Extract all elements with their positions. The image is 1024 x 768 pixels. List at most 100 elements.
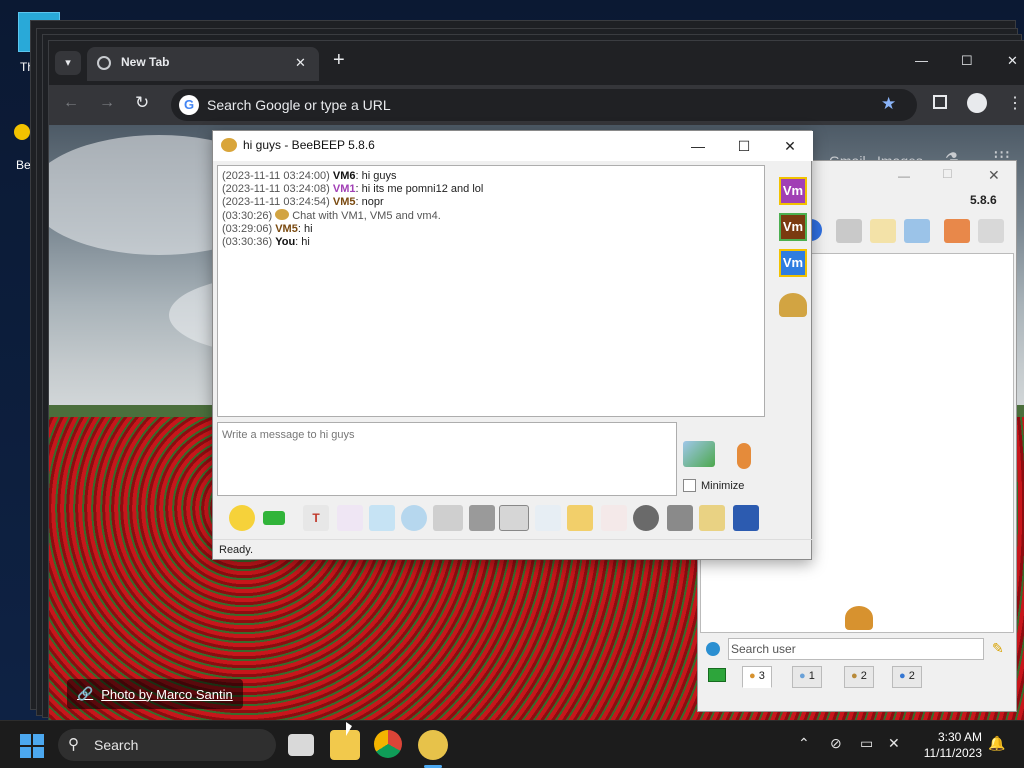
sound-icon[interactable] <box>499 505 529 531</box>
tab-title: New Tab <box>121 55 170 69</box>
clock[interactable]: 3:30 AM 11/11/2023 <box>906 729 982 761</box>
forward-icon[interactable]: → <box>99 94 115 112</box>
message-timestamp: (2023-11-11 03:24:08) <box>222 183 333 195</box>
taskbar-search[interactable]: ⚲ Search <box>58 729 276 761</box>
network-status-icon[interactable] <box>706 642 720 656</box>
display-icon[interactable]: ▭ <box>860 735 873 752</box>
users-group-icon <box>845 606 873 630</box>
update-icon[interactable] <box>944 219 970 243</box>
start-button[interactable] <box>20 734 44 758</box>
member-avatar[interactable]: Vm <box>779 177 807 205</box>
message-text: nopr <box>358 196 384 208</box>
beebeep-shortcut-icon[interactable] <box>14 124 30 140</box>
message-text: hi <box>300 223 313 235</box>
google-g-icon: G <box>179 95 199 115</box>
close-button[interactable]: ✕ <box>1007 53 1018 69</box>
volume-muted-icon[interactable]: ✕ <box>888 735 900 752</box>
system-message-text: Chat with VM1, VM5 and vm4. <box>292 210 441 222</box>
task-view-icon[interactable] <box>288 734 314 756</box>
chat-message: (2023-11-11 03:24:54) VM5: nopr <box>222 196 384 208</box>
tab-count: 2 <box>908 670 915 682</box>
send-folder-icon[interactable] <box>567 505 593 531</box>
file-explorer-icon[interactable] <box>330 730 360 760</box>
close-tab-icon[interactable]: ✕ <box>295 55 306 71</box>
windows-logo-icon <box>20 734 31 745</box>
notification-bell-icon[interactable]: 🔔 <box>988 735 1005 752</box>
group-users-icon[interactable] <box>779 293 807 317</box>
back-icon[interactable]: ← <box>63 94 79 112</box>
desktop-icon-label: Be <box>16 158 31 172</box>
beebeep-app-icon <box>221 138 237 152</box>
minimize-button[interactable]: — <box>687 135 709 157</box>
tab-new-tab[interactable]: New Tab ✕ <box>87 47 319 81</box>
message-sender: VM5 <box>332 196 356 208</box>
send-icon[interactable] <box>683 441 715 467</box>
message-sender: VM5 <box>275 223 298 235</box>
filter-icon[interactable] <box>369 505 395 531</box>
chat-icon: ● <box>799 670 806 682</box>
emoticon-list-icon[interactable] <box>263 511 285 525</box>
save-icon[interactable] <box>733 505 759 531</box>
network-off-icon[interactable]: ⊘ <box>830 735 842 752</box>
message-timestamp: (03:29:06) <box>222 223 276 235</box>
send-file-icon[interactable] <box>535 505 561 531</box>
maximize-button[interactable]: ☐ <box>961 53 973 69</box>
print-icon[interactable] <box>667 505 693 531</box>
more-menu-icon[interactable]: ⋮ <box>1007 93 1023 113</box>
message-input[interactable]: Write a message to hi guys <box>217 422 677 496</box>
message-timestamp: (03:30:36) <box>222 236 276 248</box>
message-sender: You <box>275 236 296 248</box>
member-avatar[interactable]: Vm <box>779 249 807 277</box>
chat-window: hi guys - BeeBEEP 5.8.6 — ☐ ✕ (2023-11-1… <box>212 130 813 560</box>
tab-groups[interactable]: ● 2 <box>844 666 874 688</box>
plugins-icon[interactable] <box>904 219 930 243</box>
tab-count: 1 <box>808 670 815 682</box>
message-timestamp: (03:30:26) <box>222 210 276 222</box>
bookmark-star-icon[interactable]: ★ <box>881 94 896 114</box>
beebeep-taskbar-icon[interactable] <box>418 730 448 760</box>
mouse-cursor <box>346 722 352 736</box>
save-note-icon[interactable] <box>699 505 725 531</box>
member-avatar[interactable]: Vm <box>779 213 807 241</box>
settings-gear-icon[interactable] <box>401 505 427 531</box>
html-icon[interactable] <box>601 505 627 531</box>
profile-icon[interactable] <box>967 93 987 113</box>
emoticon-icon[interactable] <box>229 505 255 531</box>
address-bar[interactable]: G Search Google or type a URL ★ <box>171 89 917 121</box>
reload-icon[interactable]: ↻ <box>135 93 149 113</box>
status-icon[interactable] <box>708 668 726 682</box>
screenshot-icon[interactable] <box>633 505 659 531</box>
tab-chats[interactable]: ● 1 <box>792 666 822 688</box>
close-button[interactable]: ✕ <box>988 167 1000 184</box>
chrome-icon[interactable] <box>374 730 402 758</box>
message-text: hi <box>298 236 310 248</box>
taskbar: ⚲ Search ⌃ ⊘ ▭ ✕ 3:30 AM 11/11/2023 🔔 <box>0 720 1024 768</box>
microphone-icon[interactable] <box>737 443 751 469</box>
edit-icon[interactable] <box>870 219 896 243</box>
dictionary-icon[interactable] <box>469 505 495 531</box>
trash-icon[interactable] <box>978 219 1004 243</box>
minimize-button[interactable]: — <box>898 169 910 183</box>
clock-time: 3:30 AM <box>937 730 982 744</box>
minimize-button[interactable]: — <box>915 53 928 68</box>
chevron-up-icon[interactable]: ⌃ <box>798 735 810 752</box>
search-user-input[interactable]: Search user <box>728 638 984 660</box>
font-icon[interactable]: T <box>303 505 329 531</box>
close-button[interactable]: ✕ <box>779 135 801 157</box>
folder-icon[interactable] <box>836 219 862 243</box>
photo-credit[interactable]: 🔗 Photo by Marco Santin <box>67 679 243 709</box>
color-icon[interactable] <box>337 505 363 531</box>
tab-search-button[interactable]: ▾ <box>55 51 81 75</box>
new-tab-button[interactable]: + <box>333 49 345 72</box>
tab-shares[interactable]: ● 2 <box>892 666 922 688</box>
message-history[interactable]: (2023-11-11 03:24:00) VM6: hi guys (2023-… <box>217 165 765 417</box>
taskbar-search-label: Search <box>94 737 139 753</box>
tab-users[interactable]: ● 3 <box>742 666 772 688</box>
groups-icon: ● <box>851 670 858 682</box>
clear-search-icon[interactable]: ✎ <box>992 640 1004 657</box>
maximize-button[interactable]: ☐ <box>733 135 755 157</box>
minimize-checkbox[interactable] <box>683 479 696 492</box>
side-panel-icon[interactable] <box>933 95 947 109</box>
spellcheck-icon[interactable] <box>433 505 463 531</box>
maximize-button[interactable]: ☐ <box>942 167 953 181</box>
